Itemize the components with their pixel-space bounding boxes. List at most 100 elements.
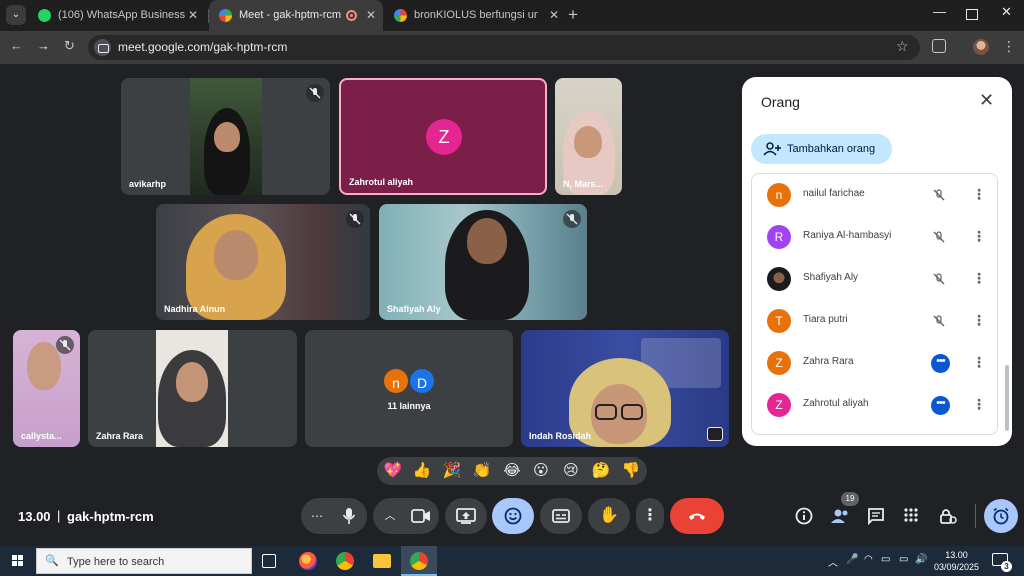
- video-face: [214, 122, 240, 152]
- close-window-button[interactable]: ✕: [1001, 4, 1012, 20]
- present-button[interactable]: [445, 498, 487, 534]
- participant-row[interactable]: Z Zahrotul aliyah ••• ⋮: [752, 384, 997, 426]
- restore-button[interactable]: [966, 9, 978, 20]
- reaction-laugh[interactable]: 😂: [500, 461, 524, 481]
- mic-options-icon[interactable]: ⋯: [307, 498, 327, 534]
- tab-close-icon[interactable]: ✕: [549, 0, 559, 31]
- browser-menu-icon[interactable]: ⋮: [1002, 38, 1016, 55]
- participant-tile-speaking[interactable]: Z Zahrotul aliyah: [339, 78, 547, 195]
- tray-battery-icon[interactable]: ▭: [899, 554, 908, 565]
- leave-call-button[interactable]: [670, 498, 724, 534]
- participant-tile[interactable]: Zahra Rara: [88, 330, 297, 447]
- profile-avatar[interactable]: [973, 39, 989, 55]
- participant-tile[interactable]: N, Mars...: [555, 78, 622, 195]
- back-button[interactable]: ←: [10, 38, 23, 53]
- active-chrome-taskbar-button[interactable]: [401, 546, 437, 576]
- timer-button[interactable]: [984, 499, 1018, 533]
- meeting-info-icon[interactable]: [795, 507, 813, 530]
- participant-tile[interactable]: callysta...: [13, 330, 80, 447]
- host-controls-lock-icon[interactable]: [939, 507, 957, 530]
- participant-avatar: R: [767, 225, 791, 249]
- reaction-sad[interactable]: 😢: [559, 461, 583, 481]
- mic-button[interactable]: [331, 498, 367, 534]
- forward-button[interactable]: →: [37, 38, 50, 53]
- pin-icon[interactable]: [707, 427, 723, 441]
- tray-mic-icon[interactable]: 🎤: [846, 554, 858, 565]
- tab-whatsapp[interactable]: (106) WhatsApp Business ✕: [28, 0, 208, 31]
- tab-strip: ⌄ (106) WhatsApp Business ✕ Meet - gak-h…: [0, 0, 1024, 31]
- taskbar-clock[interactable]: 13.00 03/09/2025: [934, 549, 979, 573]
- bookmark-star-icon[interactable]: ☆: [896, 38, 909, 55]
- participant-row[interactable]: R Raniya Al-hambasyi ⋮: [752, 216, 997, 258]
- participant-row[interactable]: n nailul farichae ⋮: [752, 174, 997, 216]
- camera-control: ︿: [373, 498, 439, 534]
- tray-volume-icon[interactable]: 🔊: [915, 554, 927, 565]
- reaction-thumbs-down[interactable]: 👎: [619, 461, 643, 481]
- extensions-icon[interactable]: [932, 39, 946, 53]
- panel-scrollbar[interactable]: [1005, 365, 1009, 431]
- tray-network-icon[interactable]: ▭: [881, 554, 890, 565]
- participant-tile[interactable]: Nadhira Ainun: [156, 204, 370, 320]
- participant-row[interactable]: Z Zahra Rara ••• ⋮: [752, 342, 997, 384]
- more-options-icon[interactable]: ⋮: [972, 228, 986, 245]
- tab-google-search[interactable]: bronKIOLUS berfungsi untuk - I ✕: [384, 0, 564, 31]
- reaction-clap[interactable]: 👏: [470, 461, 494, 481]
- video-feed: [521, 330, 729, 447]
- tray-chevron-icon[interactable]: ︿: [828, 554, 838, 569]
- reload-button[interactable]: ↻: [64, 38, 75, 54]
- participant-tile[interactable]: Shafiyah Aly: [379, 204, 587, 320]
- muted-mic-icon: [563, 210, 581, 228]
- muted-mic-icon: [930, 270, 948, 288]
- site-info-icon[interactable]: [94, 39, 111, 56]
- task-view-icon[interactable]: [262, 554, 276, 568]
- reaction-heart[interactable]: 💖: [381, 461, 405, 481]
- tab-close-icon[interactable]: ✕: [188, 0, 198, 31]
- more-options-icon[interactable]: ⋮: [972, 354, 986, 371]
- reaction-party[interactable]: 🎉: [440, 461, 464, 481]
- mic-icon: [342, 508, 356, 524]
- participant-row[interactable]: Shafiyah Aly ⋮: [752, 258, 997, 300]
- participant-name: nailul farichae: [803, 188, 865, 199]
- more-options-icon[interactable]: ⋮: [972, 270, 986, 287]
- participant-tile[interactable]: Indah Rosidah: [521, 330, 729, 447]
- firefox-icon[interactable]: [299, 552, 317, 570]
- raise-hand-button[interactable]: ✋: [588, 498, 630, 534]
- reaction-surprised[interactable]: 😮: [529, 461, 553, 481]
- tab-search-button[interactable]: ⌄: [6, 5, 26, 25]
- more-options-button[interactable]: ⋮: [636, 498, 664, 534]
- more-options-icon[interactable]: ⋮: [972, 312, 986, 329]
- chat-icon[interactable]: [867, 507, 885, 530]
- windows-start-icon[interactable]: [12, 555, 24, 567]
- participant-tile[interactable]: avikarhp: [121, 78, 330, 195]
- others-tile[interactable]: n D 11 lainnya: [305, 330, 513, 447]
- file-explorer-icon[interactable]: [373, 554, 391, 568]
- address-bar[interactable]: meet.google.com/gak-hptm-rcm ☆: [88, 35, 920, 60]
- new-tab-button[interactable]: +: [568, 5, 578, 25]
- more-options-icon[interactable]: ⋮: [972, 186, 986, 203]
- camera-options-icon[interactable]: ︿: [379, 498, 401, 534]
- camera-button[interactable]: [403, 498, 439, 534]
- panel-close-icon[interactable]: ✕: [979, 90, 994, 111]
- tab-meet[interactable]: Meet - gak-hptm-rcm ✕: [209, 0, 383, 31]
- more-options-icon[interactable]: ⋮: [972, 396, 986, 413]
- taskbar-search-box[interactable]: 🔍 Type here to search: [36, 548, 252, 574]
- add-people-button[interactable]: Tambahkan orang: [751, 134, 892, 164]
- reactions-button[interactable]: [492, 498, 534, 534]
- minimize-button[interactable]: —: [933, 4, 946, 19]
- reaction-thumbs-up[interactable]: 👍: [410, 461, 434, 481]
- people-icon[interactable]: [830, 507, 850, 530]
- muted-mic-icon: [346, 210, 364, 228]
- captions-button[interactable]: [540, 498, 582, 534]
- participant-name: Zahra Rara: [803, 356, 854, 367]
- video-feed: [379, 204, 587, 320]
- chrome-icon[interactable]: [336, 552, 354, 570]
- tab-close-icon[interactable]: ✕: [366, 0, 376, 31]
- participant-row[interactable]: T Tiara putri ⋮: [752, 300, 997, 342]
- participant-avatar: Z: [426, 119, 462, 155]
- activities-grid-icon[interactable]: [903, 507, 919, 528]
- reaction-thinking[interactable]: 🤔: [589, 461, 613, 481]
- participant-count-badge: 19: [841, 492, 859, 506]
- muted-mic-icon: [56, 336, 74, 354]
- glasses: [595, 404, 617, 420]
- tray-wifi-icon[interactable]: ◠: [864, 554, 873, 565]
